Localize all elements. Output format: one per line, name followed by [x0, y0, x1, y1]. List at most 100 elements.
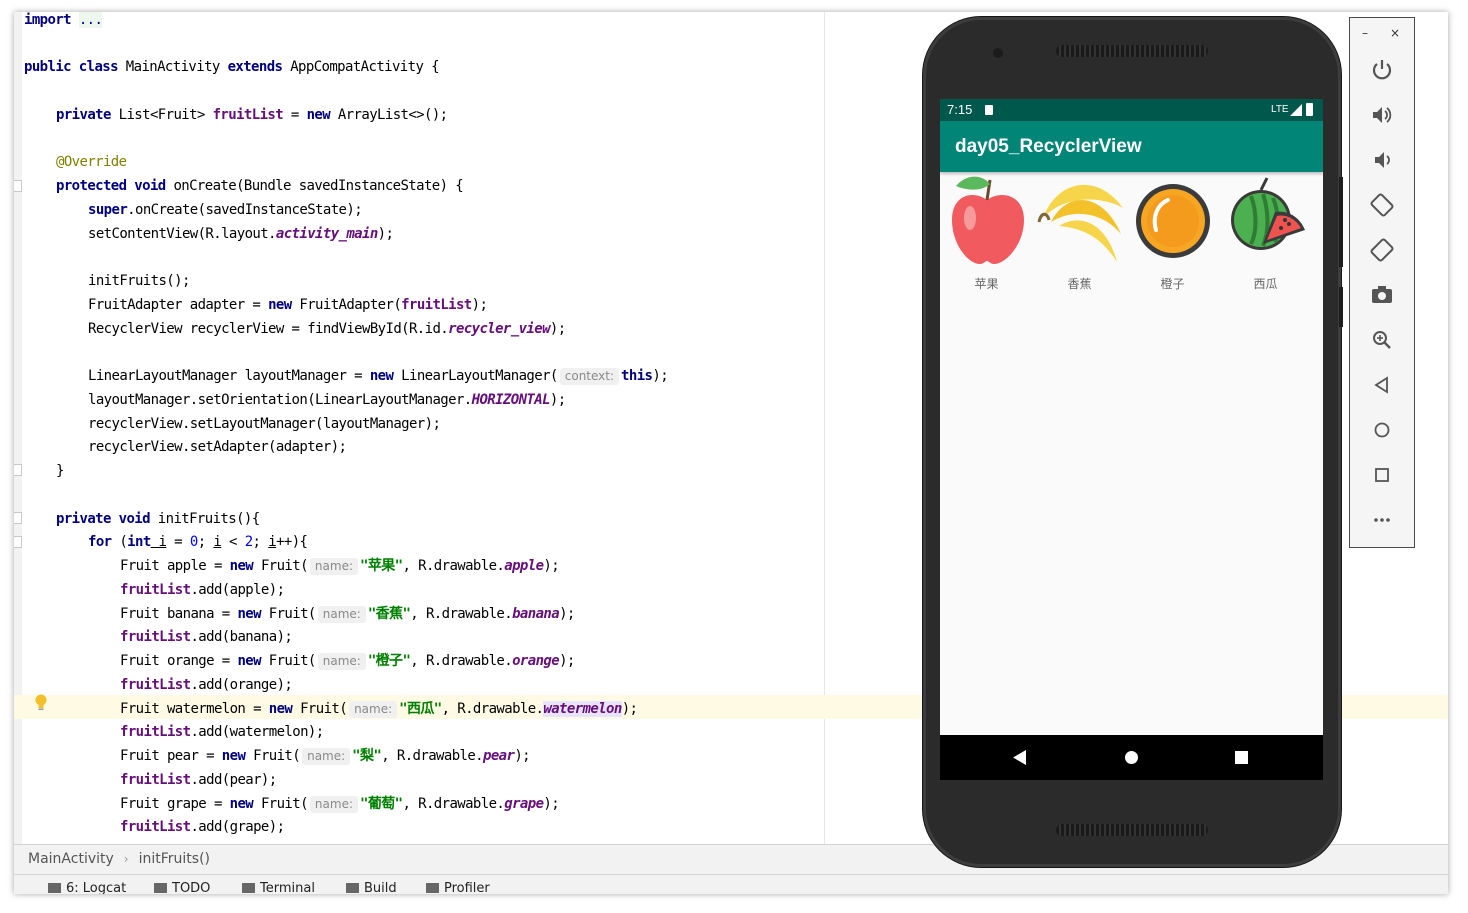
overview-icon[interactable] — [1368, 461, 1396, 489]
chevron-right-icon: › — [123, 852, 129, 866]
code-line: fruitList.add(banana); — [120, 629, 293, 645]
code-line: Fruit apple = new Fruit(name: "苹果", R.dra… — [120, 558, 560, 575]
code-line: } — [56, 463, 64, 479]
code-line: setContentView(R.layout.activity_main); — [88, 226, 394, 242]
code-line: Fruit orange = new Fruit(name: "橙子", R.dr… — [120, 653, 575, 670]
intention-bulb-icon[interactable] — [34, 693, 48, 713]
code-line: layoutManager.setOrientation(LinearLayou… — [88, 392, 566, 408]
code-line: fruitList.add(orange); — [120, 677, 293, 693]
power-key — [1339, 287, 1343, 327]
front-camera — [993, 48, 1003, 58]
volume-up-icon[interactable] — [1368, 101, 1396, 129]
apple-icon — [952, 176, 1024, 264]
code-line: LinearLayoutManager layoutManager = new … — [88, 368, 669, 385]
emulator-controls-panel: – × — [1349, 17, 1415, 548]
fruit-item-banana[interactable]: 香蕉 — [1033, 172, 1126, 302]
breadcrumb-item-class[interactable]: MainActivity — [28, 851, 114, 867]
logcat-icon — [48, 883, 61, 893]
fold-marker[interactable] — [14, 464, 22, 476]
back-icon[interactable] — [1368, 371, 1396, 399]
status-time: 7:15 — [947, 102, 973, 117]
code-line: private void initFruits(){ — [56, 511, 260, 527]
parameter-hint: name: — [317, 653, 366, 670]
fold-marker[interactable] — [14, 180, 22, 192]
nav-overview-icon[interactable] — [1234, 750, 1249, 765]
right-margin-guide — [824, 12, 825, 844]
parameter-hint: name: — [349, 701, 398, 718]
fruit-item-orange[interactable]: 橙子 — [1126, 172, 1219, 302]
code-line: protected void onCreate(Bundle savedInst… — [56, 178, 464, 194]
code-line: Fruit pear = new Fruit(name: "梨", R.drawa… — [120, 748, 531, 765]
todo-icon — [154, 883, 167, 893]
folded-import-region[interactable]: ... — [78, 12, 103, 28]
code-line: private List<Fruit> fruitList = new Arra… — [56, 107, 448, 123]
code-line: import ... — [24, 12, 103, 28]
tool-window-build[interactable]: Build — [346, 881, 397, 894]
code-line: recyclerView.setAdapter(adapter); — [88, 439, 347, 455]
speaker-grille — [1056, 824, 1208, 836]
tool-window-bar: 6: Logcat TODO Terminal Build Profiler — [14, 874, 1448, 894]
emulator-screen[interactable]: 7:15 LTE day05_RecyclerView 苹果 香蕉 橙子 西瓜 — [940, 99, 1323, 780]
camera-icon[interactable] — [1368, 281, 1396, 309]
rotate-right-icon[interactable] — [1368, 236, 1396, 264]
code-line: FruitAdapter adapter = new FruitAdapter(… — [88, 297, 488, 313]
fruit-name: 橙子 — [1160, 277, 1185, 291]
code-line: fruitList.add(watermelon); — [120, 724, 324, 740]
nav-back-icon[interactable] — [1012, 750, 1027, 765]
volume-down-icon[interactable] — [1368, 146, 1396, 174]
app-toolbar: day05_RecyclerView — [940, 121, 1323, 172]
fruit-item-watermelon[interactable]: 西瓜 — [1219, 172, 1312, 302]
tool-window-profiler[interactable]: Profiler — [426, 881, 490, 894]
battery-icon — [1306, 103, 1313, 116]
code-line: fruitList.add(pear); — [120, 772, 277, 788]
parameter-hint: name: — [317, 606, 366, 623]
emulator-device: 7:15 LTE day05_RecyclerView 苹果 香蕉 橙子 西瓜 — [923, 17, 1343, 867]
parameter-hint: name: — [309, 796, 358, 813]
banana-icon — [1037, 184, 1123, 262]
zoom-icon[interactable] — [1368, 326, 1396, 354]
fruit-name: 香蕉 — [1067, 277, 1092, 291]
code-line: for (int i = 0; i < 2; i++){ — [88, 534, 308, 550]
sd-card-icon — [985, 105, 993, 115]
editor-gutter — [14, 12, 22, 844]
fold-marker[interactable] — [14, 536, 22, 548]
hammer-icon — [346, 883, 359, 893]
code-line: @Override — [56, 154, 127, 170]
code-line: fruitList.add(apple); — [120, 582, 285, 598]
app-title: day05_RecyclerView — [955, 136, 1142, 157]
fold-marker[interactable] — [14, 512, 22, 524]
parameter-hint: context: — [559, 368, 620, 385]
code-line: Fruit banana = new Fruit(name: "香蕉", R.dr… — [120, 606, 575, 623]
code-line: public class MainActivity extends AppCom… — [24, 59, 440, 75]
speaker-grille — [1056, 45, 1208, 57]
close-button[interactable]: × — [1390, 26, 1400, 40]
more-icon[interactable] — [1368, 506, 1396, 534]
signal-icon — [1290, 104, 1302, 116]
code-line: initFruits(); — [88, 273, 190, 289]
parameter-hint: name: — [309, 558, 358, 575]
code-line: super.onCreate(savedInstanceState); — [88, 202, 363, 218]
android-nav-bar — [940, 735, 1323, 780]
tool-window-terminal[interactable]: Terminal — [242, 881, 315, 894]
minimize-button[interactable]: – — [1362, 26, 1368, 40]
profiler-icon — [426, 883, 439, 893]
tool-window-todo[interactable]: TODO — [154, 881, 210, 894]
network-type: LTE — [1271, 104, 1289, 115]
fruit-name: 苹果 — [974, 277, 999, 291]
code-line: Fruit grape = new Fruit(name: "葡萄", R.dra… — [120, 796, 560, 813]
code-line: Fruit watermelon = new Fruit(name: "西瓜", … — [120, 701, 638, 718]
power-icon[interactable] — [1368, 56, 1396, 84]
nav-home-icon[interactable] — [1124, 750, 1139, 765]
breadcrumb-item-method[interactable]: initFruits() — [139, 851, 210, 867]
android-status-bar: 7:15 LTE — [940, 99, 1323, 121]
code-line: RecyclerView recyclerView = findViewById… — [88, 321, 566, 337]
fruit-item-apple[interactable]: 苹果 — [940, 172, 1033, 302]
home-icon[interactable] — [1368, 416, 1396, 444]
code-line: recyclerView.setLayoutManager(layoutMana… — [88, 416, 441, 432]
tool-window-logcat[interactable]: 6: Logcat — [48, 881, 126, 894]
parameter-hint: name: — [302, 748, 351, 765]
fruit-name: 西瓜 — [1253, 277, 1278, 291]
volume-rocker — [1339, 177, 1343, 267]
orange-icon — [1136, 184, 1210, 258]
rotate-left-icon[interactable] — [1368, 191, 1396, 219]
